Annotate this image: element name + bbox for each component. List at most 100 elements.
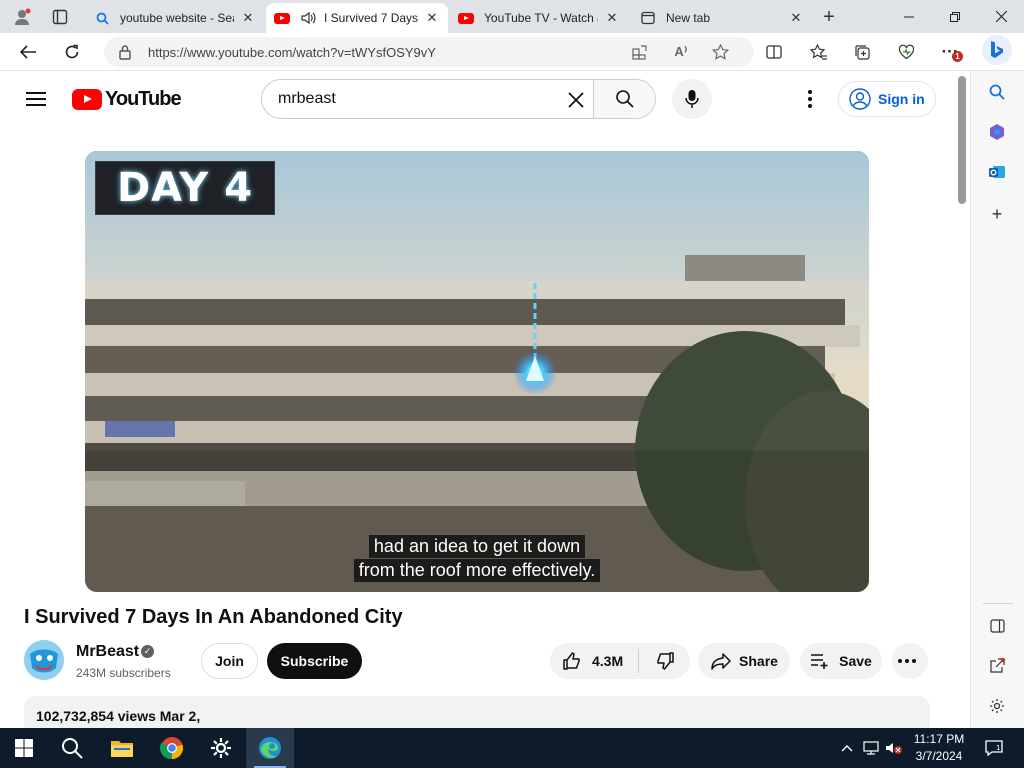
caption-text: from the roof more effectively. bbox=[353, 559, 601, 582]
voice-search-mic-icon[interactable] bbox=[672, 79, 712, 119]
office-icon[interactable] bbox=[986, 121, 1008, 143]
sign-in-button[interactable]: Sign in bbox=[838, 81, 936, 117]
settings-more-icon[interactable]: ··· 1 bbox=[936, 39, 964, 65]
caption-text: had an idea to get it down bbox=[368, 535, 586, 558]
svg-text:1: 1 bbox=[996, 744, 1000, 752]
thumbs-down-icon bbox=[656, 652, 674, 670]
tab-title: YouTube TV - Watch & bbox=[484, 11, 598, 25]
channel-avatar[interactable] bbox=[24, 640, 64, 680]
caption-line: had an idea to get it down bbox=[85, 535, 869, 558]
volume-muted-icon[interactable] bbox=[884, 738, 904, 758]
url-text[interactable]: https://www.youtube.com/watch?v=tWYsfOSY… bbox=[148, 45, 436, 60]
share-button[interactable]: Share bbox=[698, 643, 790, 679]
menu-hamburger-icon[interactable] bbox=[24, 87, 48, 111]
search-icon bbox=[615, 90, 634, 108]
video-title: I Survived 7 Days In An Abandoned City bbox=[24, 606, 403, 628]
dislike-button[interactable] bbox=[639, 643, 690, 679]
windows-taskbar: 11:17 PM 3/7/2024 1 bbox=[0, 728, 1024, 768]
close-tab-icon[interactable]: ✕ bbox=[788, 10, 804, 26]
system-clock[interactable]: 11:17 PM 3/7/2024 bbox=[908, 731, 970, 765]
hide-sidebar-icon[interactable] bbox=[986, 615, 1008, 637]
network-icon[interactable] bbox=[861, 738, 881, 758]
subscriber-count: 243M subscribers bbox=[76, 666, 171, 680]
external-link-icon[interactable] bbox=[986, 655, 1008, 677]
video-frame bbox=[85, 151, 869, 592]
video-player[interactable]: DAY 4 had an idea to get it down from th… bbox=[85, 151, 869, 592]
restore-icon[interactable] bbox=[932, 0, 978, 33]
like-dislike-group: 4.3M bbox=[550, 643, 690, 679]
more-options-icon[interactable] bbox=[798, 87, 822, 111]
profile-icon[interactable] bbox=[9, 4, 35, 30]
browser-tab-search[interactable]: youtube website - Sea ✕ bbox=[86, 3, 264, 33]
search-box[interactable]: mrbeast bbox=[261, 79, 656, 119]
scrollbar-thumb[interactable] bbox=[958, 76, 966, 204]
read-aloud-icon[interactable]: A⁾ bbox=[671, 42, 691, 62]
chrome-icon[interactable] bbox=[148, 728, 196, 768]
minimize-icon[interactable] bbox=[886, 0, 932, 33]
speaker-icon[interactable] bbox=[300, 10, 316, 26]
favorite-star-icon[interactable] bbox=[710, 42, 730, 62]
close-tab-icon[interactable]: ✕ bbox=[240, 10, 256, 26]
file-explorer-icon[interactable] bbox=[98, 728, 146, 768]
browser-essentials-icon[interactable] bbox=[892, 39, 920, 65]
collections-icon[interactable] bbox=[848, 39, 876, 65]
search-icon bbox=[94, 10, 110, 26]
refresh-icon[interactable] bbox=[58, 39, 86, 65]
like-button[interactable]: 4.3M bbox=[550, 643, 638, 679]
tab-actions-icon[interactable] bbox=[47, 4, 73, 30]
caption-line: from the roof more effectively. bbox=[85, 559, 869, 582]
search-icon[interactable] bbox=[986, 81, 1008, 103]
bing-copilot-icon[interactable] bbox=[982, 35, 1012, 65]
close-tab-icon[interactable]: ✕ bbox=[604, 10, 620, 26]
youtube-logo-text: YouTube bbox=[105, 87, 182, 110]
save-button[interactable]: Save bbox=[800, 643, 882, 679]
more-actions-icon[interactable] bbox=[892, 643, 928, 679]
split-screen-icon[interactable] bbox=[760, 39, 788, 65]
back-arrow-icon[interactable] bbox=[14, 39, 42, 65]
youtube-icon bbox=[458, 10, 474, 26]
subscribe-button[interactable]: Subscribe bbox=[267, 643, 362, 679]
thumbs-up-icon bbox=[563, 652, 580, 670]
address-bar[interactable]: https://www.youtube.com/watch?v=tWYsfOSY… bbox=[104, 37, 754, 67]
start-button[interactable] bbox=[0, 728, 48, 768]
close-tab-icon[interactable]: ✕ bbox=[424, 10, 440, 26]
add-sidebar-app-icon[interactable]: + bbox=[986, 203, 1008, 225]
settings-gear-icon[interactable] bbox=[197, 728, 245, 768]
clock-date: 3/7/2024 bbox=[915, 749, 963, 763]
youtube-header: YouTube mrbeast Sign in bbox=[0, 71, 955, 127]
notification-badge: 1 bbox=[952, 51, 963, 62]
gear-icon[interactable] bbox=[986, 695, 1008, 717]
favorites-icon[interactable] bbox=[804, 39, 832, 65]
join-button[interactable]: Join bbox=[201, 643, 258, 679]
taskbar-search-icon[interactable] bbox=[48, 728, 96, 768]
youtube-logo[interactable]: YouTube bbox=[72, 87, 182, 111]
browser-tab-youtube-tv[interactable]: YouTube TV - Watch & ✕ bbox=[450, 3, 628, 33]
tab-title: I Survived 7 Days bbox=[324, 11, 418, 25]
channel-name[interactable]: MrBeast bbox=[76, 643, 139, 661]
notifications-icon[interactable]: 1 bbox=[983, 738, 1005, 758]
new-tab-plus-icon[interactable]: + bbox=[816, 4, 842, 30]
browser-tab-strip: youtube website - Sea ✕ I Survived 7 Day… bbox=[0, 0, 1024, 33]
browser-tab-video[interactable]: I Survived 7 Days ✕ bbox=[266, 3, 448, 33]
sidebar-divider bbox=[983, 603, 1013, 604]
lock-icon[interactable] bbox=[118, 44, 134, 60]
newtab-icon bbox=[640, 10, 656, 26]
sign-in-label: Sign in bbox=[878, 91, 925, 107]
clear-search-icon[interactable] bbox=[562, 86, 590, 114]
search-input[interactable]: mrbeast bbox=[278, 90, 336, 108]
show-hidden-icons-chevron-icon[interactable] bbox=[837, 738, 857, 758]
browser-tab-new[interactable]: New tab ✕ bbox=[632, 3, 812, 33]
youtube-icon bbox=[274, 10, 290, 26]
outlook-icon[interactable] bbox=[986, 161, 1008, 183]
clock-time: 11:17 PM bbox=[913, 732, 965, 746]
search-button[interactable] bbox=[593, 80, 655, 118]
page-scrollbar[interactable] bbox=[955, 71, 969, 728]
app-available-icon[interactable] bbox=[630, 42, 650, 62]
edge-sidebar: + bbox=[970, 71, 1024, 728]
add-to-playlist-icon bbox=[811, 654, 828, 669]
edge-browser-icon[interactable] bbox=[246, 728, 294, 768]
account-icon bbox=[849, 88, 871, 110]
close-window-icon[interactable] bbox=[978, 0, 1024, 33]
save-label: Save bbox=[839, 653, 872, 669]
tab-title: youtube website - Sea bbox=[120, 11, 234, 25]
